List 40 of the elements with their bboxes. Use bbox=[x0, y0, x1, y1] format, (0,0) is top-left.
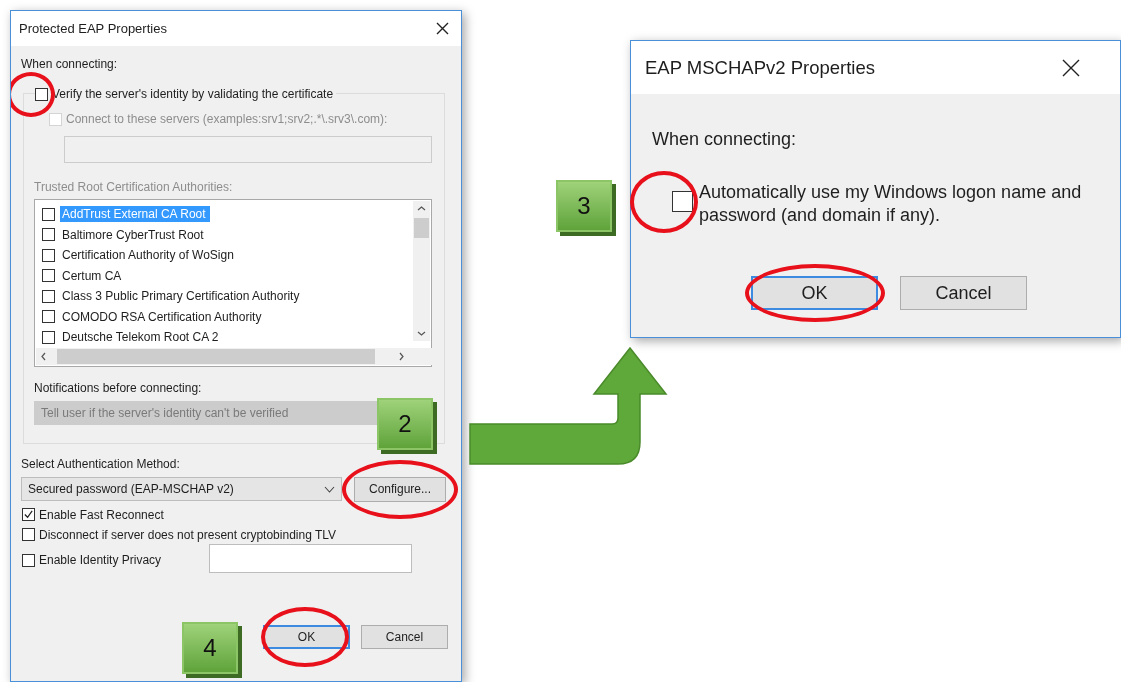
list-item[interactable]: Baltimore CyberTrust Root bbox=[60, 226, 208, 243]
dropdown-value: Secured password (EAP-MSCHAP v2) bbox=[28, 482, 234, 496]
list-label: Trusted Root Certification Authorities: bbox=[34, 179, 234, 195]
identity-field[interactable] bbox=[209, 543, 413, 573]
checkbox[interactable] bbox=[42, 330, 55, 344]
checkbox[interactable] bbox=[42, 310, 55, 324]
checkbox[interactable] bbox=[42, 207, 55, 221]
close-icon bbox=[1062, 58, 1080, 77]
checkbox-label[interactable]: Enable Fast Reconnect bbox=[39, 507, 164, 522]
ok-button[interactable]: OK bbox=[263, 624, 350, 649]
window-title: Protected EAP Properties bbox=[19, 21, 167, 36]
checkbox-label[interactable]: Automatically use my Windows logon name and password (and domain if any). bbox=[699, 181, 1090, 227]
checkbox[interactable] bbox=[22, 553, 35, 567]
list-item[interactable]: Class 3 Public Primary Certification Authority bbox=[60, 288, 304, 305]
close-icon bbox=[436, 22, 449, 35]
checkbox-label[interactable]: Disconnect if server does not present cryptobinding TLV bbox=[39, 527, 337, 542]
checkbox[interactable] bbox=[672, 191, 693, 212]
checkbox-label[interactable]: Enable Identity Privacy bbox=[39, 553, 162, 567]
list-item[interactable]: COMODO RSA Certification Authority bbox=[60, 308, 266, 325]
checkbox[interactable] bbox=[22, 528, 35, 541]
auth-method-dropdown[interactable]: Secured password (EAP-MSCHAP v2) bbox=[21, 477, 342, 501]
checkbox[interactable] bbox=[42, 269, 55, 283]
list-item[interactable]: Certum CA bbox=[60, 267, 126, 284]
chevron-down-icon bbox=[324, 485, 335, 493]
section-label: When connecting: bbox=[21, 56, 119, 72]
window-title: EAP MSCHAPv2 Properties bbox=[645, 56, 875, 79]
checkbox[interactable] bbox=[42, 248, 55, 262]
auth-method-label: Select Authentication Method: bbox=[21, 455, 181, 472]
ok-button[interactable]: OK bbox=[751, 276, 878, 310]
checkbox[interactable] bbox=[42, 289, 55, 303]
configure-button[interactable]: Configure... bbox=[354, 476, 446, 502]
cancel-button[interactable]: Cancel bbox=[361, 624, 448, 649]
list-item[interactable]: Deutsche Telekom Root CA 2 bbox=[60, 329, 223, 346]
notifications-label: Notifications before connecting: bbox=[34, 379, 203, 396]
checkbox[interactable] bbox=[22, 508, 35, 521]
list-item[interactable]: Certification Authority of WoSign bbox=[60, 247, 238, 264]
checkbox[interactable] bbox=[35, 87, 48, 101]
section-label: When connecting: bbox=[652, 131, 798, 147]
checkbox[interactable] bbox=[42, 228, 55, 242]
cancel-button[interactable]: Cancel bbox=[900, 276, 1027, 310]
